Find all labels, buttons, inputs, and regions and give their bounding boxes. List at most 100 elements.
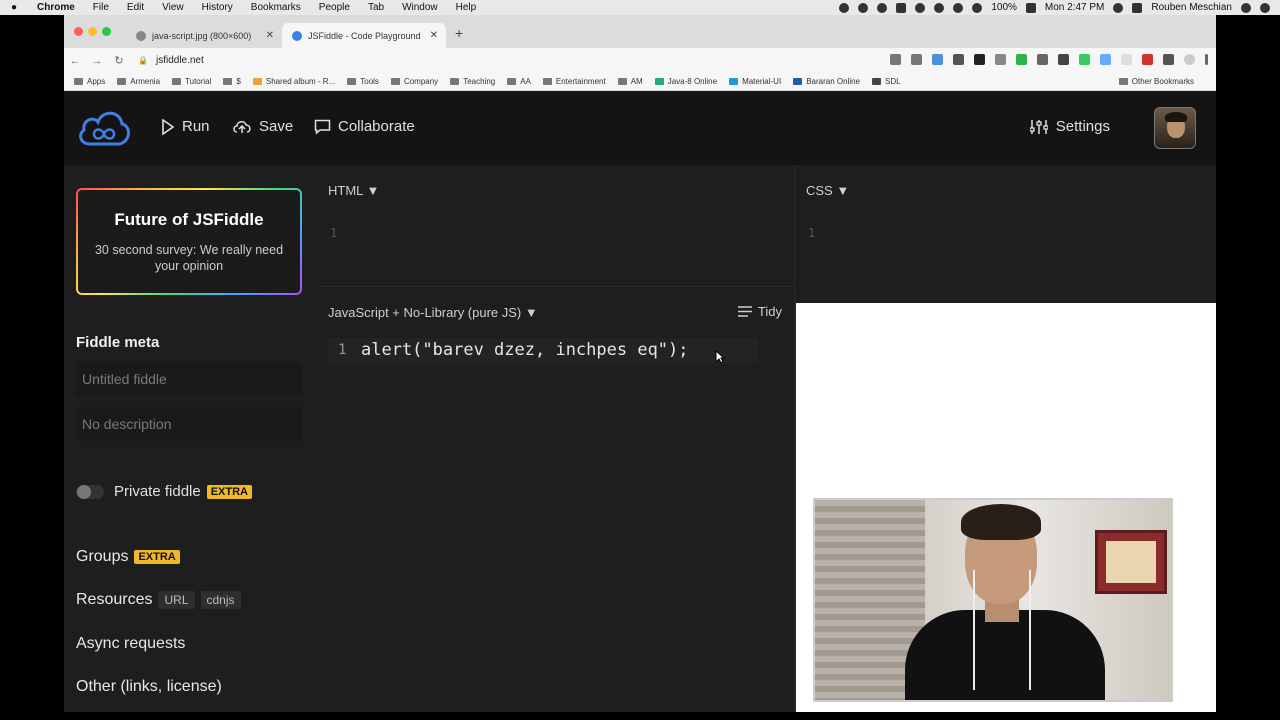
puzzle-icon[interactable] xyxy=(1163,54,1174,65)
lock-icon[interactable]: 🔒 xyxy=(138,56,148,65)
extension-icon[interactable] xyxy=(1100,54,1111,65)
jsfiddle-logo-icon[interactable] xyxy=(76,106,132,148)
settings-button[interactable]: Settings xyxy=(1029,118,1110,135)
tab-java-script-image[interactable]: java-script.jpg (800×600) ✕ xyxy=(126,23,282,48)
bookmark-link[interactable]: Shared album - R... xyxy=(252,77,335,86)
bookmark-folder[interactable]: Armenia xyxy=(117,77,160,86)
html-language-dropdown[interactable]: HTML ▼ xyxy=(328,183,379,198)
close-tab-icon[interactable]: ✕ xyxy=(430,30,438,41)
private-fiddle-toggle[interactable] xyxy=(76,484,104,499)
run-button[interactable]: Run xyxy=(161,118,210,135)
extension-icon[interactable] xyxy=(974,54,985,65)
bluetooth-icon[interactable] xyxy=(934,2,945,13)
fiddle-description-input[interactable] xyxy=(76,407,302,441)
collaborate-button[interactable]: Collaborate xyxy=(314,118,415,135)
user-avatar[interactable] xyxy=(1154,107,1196,149)
javascript-panel[interactable]: JavaScript + No-Library (pure JS) ▼ Tidy… xyxy=(318,286,795,712)
close-window-button[interactable] xyxy=(74,27,83,36)
extension-icon[interactable] xyxy=(1079,54,1090,65)
bookmark-link[interactable]: AM xyxy=(617,77,643,86)
siri-icon[interactable] xyxy=(1241,2,1251,13)
extension-icon[interactable] xyxy=(1037,54,1048,65)
css-language-dropdown[interactable]: CSS ▼ xyxy=(806,183,849,198)
bookmark-link[interactable]: Java-8 Online xyxy=(654,77,717,86)
menu-view[interactable]: View xyxy=(153,2,193,13)
clock[interactable]: Mon 2:47 PM xyxy=(1045,2,1104,13)
js-language-dropdown[interactable]: JavaScript + No-Library (pure JS) ▼ xyxy=(328,305,538,320)
apple-icon[interactable]: ● xyxy=(0,2,28,13)
menu-tab[interactable]: Tab xyxy=(359,2,393,13)
kebab-menu-icon[interactable] xyxy=(1205,54,1208,65)
bookmark-folder[interactable]: Tools xyxy=(347,77,379,86)
forward-icon[interactable]: → xyxy=(86,55,108,67)
menu-people[interactable]: People xyxy=(310,2,359,13)
cloud-icon[interactable] xyxy=(858,2,869,13)
fiddle-title-input[interactable] xyxy=(76,362,302,396)
private-fiddle-row[interactable]: Private fiddle EXTRA xyxy=(76,483,252,500)
minimize-window-button[interactable] xyxy=(88,27,97,36)
bookmark-folder[interactable]: $ xyxy=(223,77,241,86)
tab-jsfiddle[interactable]: JSFiddle - Code Playground ✕ xyxy=(282,23,446,48)
dropbox-icon[interactable] xyxy=(877,2,888,13)
extension-icon[interactable] xyxy=(1016,54,1027,65)
extension-icon[interactable] xyxy=(995,54,1006,65)
bookmark-folder[interactable]: Teaching xyxy=(450,77,495,86)
code-text[interactable]: alert("barev dzez, inchpes eq"); xyxy=(361,340,689,360)
menu-bookmarks[interactable]: Bookmarks xyxy=(242,2,310,13)
tidy-button[interactable]: Tidy xyxy=(737,304,782,319)
menu-chrome[interactable]: Chrome xyxy=(28,2,84,13)
save-button[interactable]: Save xyxy=(232,118,293,135)
close-tab-icon[interactable]: ✕ xyxy=(266,30,274,41)
notification-center-icon[interactable] xyxy=(1260,2,1270,13)
bookmark-link[interactable]: Material-UI xyxy=(729,77,781,86)
time-machine-icon[interactable] xyxy=(915,2,926,13)
lines-icon xyxy=(737,306,752,317)
bookmark-link[interactable]: Bararan Online xyxy=(793,77,860,86)
volume-icon[interactable] xyxy=(972,2,983,13)
extension-icon[interactable] xyxy=(1121,54,1132,65)
groups-link[interactable]: Groups EXTRA xyxy=(76,548,180,566)
spotlight-icon[interactable] xyxy=(1113,2,1124,13)
async-requests-link[interactable]: Async requests xyxy=(76,635,185,653)
bookmark-folder[interactable]: Tutorial xyxy=(172,77,211,86)
cdnjs-tag[interactable]: cdnjs xyxy=(200,591,241,609)
url-tag[interactable]: URL xyxy=(158,591,195,609)
back-icon[interactable]: ← xyxy=(64,55,86,67)
menu-history[interactable]: History xyxy=(193,2,242,13)
webcam-person-hair xyxy=(961,504,1041,540)
bookmark-star-icon[interactable] xyxy=(911,54,922,65)
css-panel[interactable]: CSS ▼ 1 xyxy=(796,165,1216,303)
bookmark-folder[interactable]: Entertainment xyxy=(542,77,606,86)
menu-help[interactable]: Help xyxy=(447,2,486,13)
flag-icon[interactable] xyxy=(1132,2,1143,13)
bookmark-link[interactable]: SDL xyxy=(872,77,901,86)
html-panel[interactable]: HTML ▼ 1 xyxy=(318,165,795,286)
survey-promo-card[interactable]: Future of JSFiddle 30 second survey: We … xyxy=(76,188,302,295)
extension-icon[interactable] xyxy=(1142,54,1153,65)
bookmark-folder[interactable]: Company xyxy=(390,77,438,86)
new-tab-icon[interactable]: + xyxy=(455,25,463,41)
maximize-window-button[interactable] xyxy=(102,27,111,36)
url-text[interactable]: jsfiddle.net xyxy=(156,55,204,66)
record-icon[interactable] xyxy=(839,2,850,13)
extension-icon[interactable] xyxy=(1058,54,1069,65)
user-name[interactable]: Rouben Meschian xyxy=(1151,2,1232,13)
bookmark-apps[interactable]: Apps xyxy=(74,77,105,86)
reload-icon[interactable]: ↻ xyxy=(108,54,130,67)
display-icon[interactable] xyxy=(896,2,907,13)
code-line-active[interactable]: 1 alert("barev dzez, inchpes eq"); xyxy=(328,338,758,364)
extension-icon[interactable] xyxy=(932,54,943,65)
menu-file[interactable]: File xyxy=(84,2,118,13)
resources-link[interactable]: Resources URL cdnjs xyxy=(76,591,241,609)
battery-percent[interactable]: 100% xyxy=(991,2,1017,13)
zoom-icon[interactable] xyxy=(890,54,901,65)
menu-edit[interactable]: Edit xyxy=(118,2,153,13)
bookmark-other[interactable]: Other Bookmarks xyxy=(1118,77,1194,86)
address-bar[interactable]: 🔒 jsfiddle.net xyxy=(138,55,204,66)
bookmark-folder[interactable]: AA xyxy=(507,77,531,86)
wifi-icon[interactable] xyxy=(953,2,964,13)
other-links-license-link[interactable]: Other (links, license) xyxy=(76,678,222,696)
profile-icon[interactable] xyxy=(1184,54,1195,65)
extension-icon[interactable] xyxy=(953,54,964,65)
menu-window[interactable]: Window xyxy=(393,2,447,13)
